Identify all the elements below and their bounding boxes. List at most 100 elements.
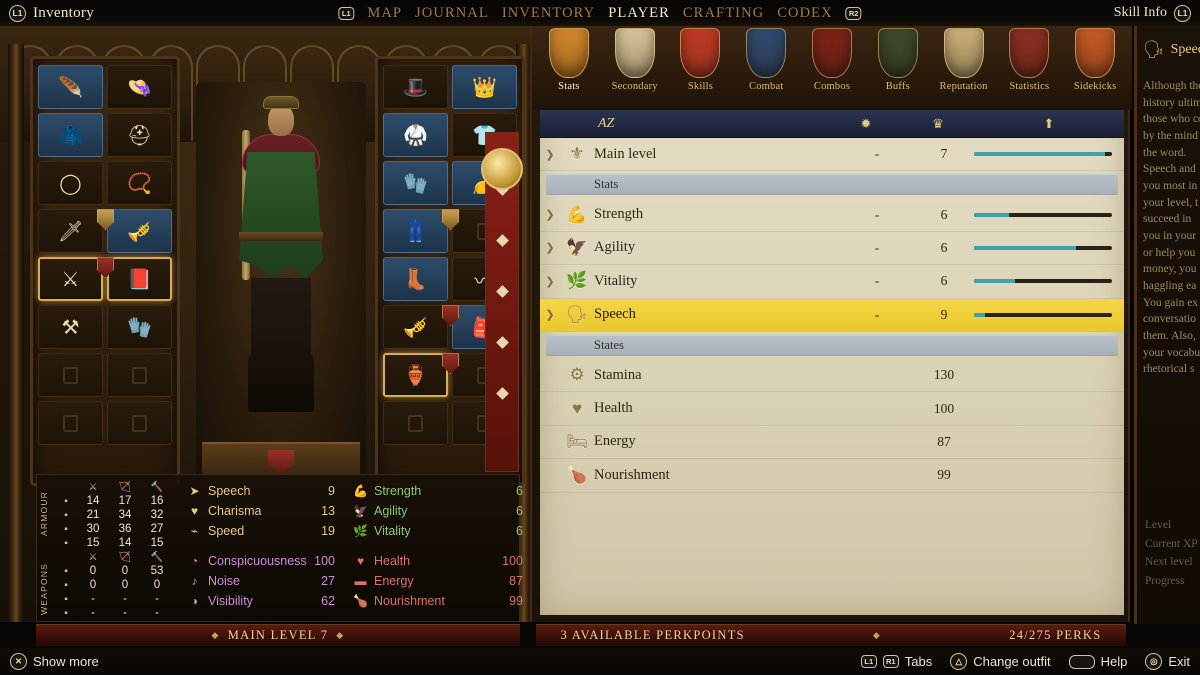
sort-az-icon[interactable]: AZ — [540, 116, 665, 132]
equipment-slot[interactable]: 👒 — [107, 65, 172, 109]
expand-chevron-icon[interactable]: ❯ — [540, 275, 560, 288]
stats-row[interactable]: ❯ ⚜ Main level - 7 — [540, 138, 1124, 172]
equipment-slot[interactable]: 📕 — [107, 257, 172, 301]
equipment-slot[interactable] — [383, 401, 448, 445]
speech-icon: 🗣 — [1143, 40, 1165, 59]
change-outfit-action[interactable]: △ Change outfit — [950, 653, 1051, 670]
armour-value: 27 — [150, 523, 164, 535]
nav-item-codex[interactable]: CODEX — [777, 5, 832, 22]
sword-icon: ⚔ — [61, 268, 80, 291]
expand-chevron-icon[interactable]: ❯ — [540, 148, 560, 161]
armour-row: ▪ 15 14 15 — [55, 536, 173, 550]
stats-row[interactable]: ❯ 🦅 Agility - 6 — [540, 232, 1124, 266]
crown-column-icon: ♛ — [932, 115, 944, 131]
character-display[interactable] — [196, 82, 366, 482]
tab-statistics[interactable]: Statistics — [996, 28, 1062, 92]
nav-item-inventory[interactable]: INVENTORY — [502, 5, 595, 22]
expand-chevron-icon[interactable]: ❯ — [540, 208, 560, 221]
equipment-slot[interactable]: ◯ — [38, 161, 103, 205]
equipment-slot[interactable]: 🏺 — [383, 353, 448, 397]
tabs-action[interactable]: L1 R1 Tabs — [860, 654, 932, 669]
summary-stat-name: Vitality — [374, 524, 411, 538]
expand-chevron-icon[interactable]: ❯ — [540, 241, 560, 254]
stat-name: Nourishment — [594, 466, 670, 483]
weapons-value: - — [155, 593, 159, 605]
tab-reputation[interactable]: Reputation — [931, 28, 997, 92]
tab-secondary[interactable]: Secondary — [602, 28, 668, 92]
nav-item-map[interactable]: MAP — [367, 5, 402, 22]
equipment-grid-left[interactable]: 🪶 👒 🧥 ⛑ ◯ 📿 🗡 🎺 ⚔ 📕 ⚒ 🧤 — [30, 56, 180, 486]
stats-row[interactable]: ❯ 💪 Strength - 6 — [540, 198, 1124, 232]
equipment-slot[interactable]: 👖 — [383, 209, 448, 253]
stats-row[interactable]: ❯ 🗣 Speech - 9 — [540, 298, 1124, 332]
equipment-slot[interactable]: ⚒ — [38, 305, 103, 349]
stat-progress — [974, 152, 1124, 157]
category-tabstrip[interactable]: Stats Secondary Skills Combat Combos Buffs Rep… — [532, 22, 1132, 110]
tab-combat[interactable]: Combat — [733, 28, 799, 92]
stats-row[interactable]: ❯ 🌿 Vitality - 6 — [540, 265, 1124, 299]
equipment-slot[interactable]: 🗡 — [38, 209, 103, 253]
summary-stat-value: 6 — [516, 524, 523, 538]
equipment-slot[interactable] — [38, 353, 103, 397]
equipment-slot[interactable]: ⛑ — [107, 113, 172, 157]
inventory-button[interactable]: L1 Inventory — [0, 4, 94, 22]
gloves-icon: 🧤 — [127, 316, 152, 339]
speech-icon: ➤ — [189, 484, 200, 498]
stats-row[interactable]: 🛏 Energy 87 — [540, 426, 1124, 460]
exit-label: Exit — [1168, 654, 1190, 669]
stats-row[interactable]: ♥ Health 100 — [540, 392, 1124, 426]
stat-level-value: 6 — [940, 273, 948, 289]
top-navigation[interactable]: L1 MAP JOURNAL INVENTORY PLAYER CRAFTING CODE… — [338, 5, 862, 22]
equipment-slot[interactable]: 🧤 — [107, 305, 172, 349]
weapons-value: 0 — [121, 579, 129, 591]
equipment-slot[interactable]: 👑 — [452, 65, 517, 109]
stat-star-value: - — [874, 206, 880, 222]
equipment-slot[interactable]: 🎺 — [107, 209, 172, 253]
tab-sidekicks[interactable]: Sidekicks — [1062, 28, 1128, 92]
nourishment-icon: 🍗 — [353, 594, 368, 608]
book-icon: 📕 — [127, 268, 152, 291]
stats-group-header: States — [546, 334, 1118, 356]
skill-info-title: Speech — [1170, 42, 1200, 57]
help-action[interactable]: Help — [1068, 654, 1127, 669]
equipment-slot[interactable]: 🧤 — [383, 161, 448, 205]
equipment-slot[interactable] — [38, 401, 103, 445]
stats-row[interactable]: 🍗 Nourishment 99 — [540, 459, 1124, 493]
nourishment-icon: 🍗 — [566, 465, 588, 485]
left-bumper-icon[interactable]: L1 — [338, 6, 355, 20]
summary-stat-row: ♪ Noise 27 — [187, 571, 336, 591]
tab-buffs[interactable]: Buffs — [865, 28, 931, 92]
equipment-slot[interactable] — [107, 353, 172, 397]
equipment-slot[interactable]: 📿 — [107, 161, 172, 205]
stats-row[interactable]: ⚙ Stamina 130 — [540, 359, 1124, 393]
skill-info-button[interactable]: Skill Info L1 — [1114, 4, 1191, 22]
equipment-slot[interactable]: 🎩 — [383, 65, 448, 109]
stat-name: Stamina — [594, 366, 642, 383]
nav-item-journal[interactable]: JOURNAL — [415, 5, 489, 22]
axe-icon: ▪ — [64, 593, 68, 605]
equipment-slot[interactable] — [107, 401, 172, 445]
nav-item-crafting[interactable]: CRAFTING — [683, 5, 764, 22]
diamond-icon: ◆ — [336, 629, 345, 640]
right-bumper-icon[interactable]: R2 — [845, 6, 862, 20]
equipment-slot[interactable]: 🪶 — [38, 65, 103, 109]
equipment-slot[interactable]: 🥋 — [383, 113, 448, 157]
dagger-icon: ▪ — [64, 579, 68, 591]
equipment-slot[interactable]: 🎺 — [383, 305, 448, 349]
armour-value: 14 — [118, 537, 132, 549]
equipment-slot[interactable]: ⚔ — [38, 257, 103, 301]
tab-skills[interactable]: Skills — [668, 28, 734, 92]
tab-stats[interactable]: Stats — [536, 28, 602, 92]
armour-value: 17 — [118, 495, 132, 507]
tab-label: Combos — [813, 81, 851, 92]
stats-column-header: AZ ✹ ♛ ⬆ — [540, 110, 1124, 138]
equipment-slot[interactable]: 👢 — [383, 257, 448, 301]
info-line: your vocabu — [1143, 346, 1200, 359]
tab-combos[interactable]: Combos — [799, 28, 865, 92]
equipment-slot[interactable]: 🧥 — [38, 113, 103, 157]
expand-chevron-icon[interactable]: ❯ — [540, 308, 560, 321]
show-more-action[interactable]: ✕ Show more — [0, 653, 99, 670]
nav-item-player[interactable]: PLAYER — [608, 5, 670, 22]
exit-action[interactable]: ◎ Exit — [1145, 653, 1190, 670]
shield-tan-icon — [943, 28, 984, 78]
